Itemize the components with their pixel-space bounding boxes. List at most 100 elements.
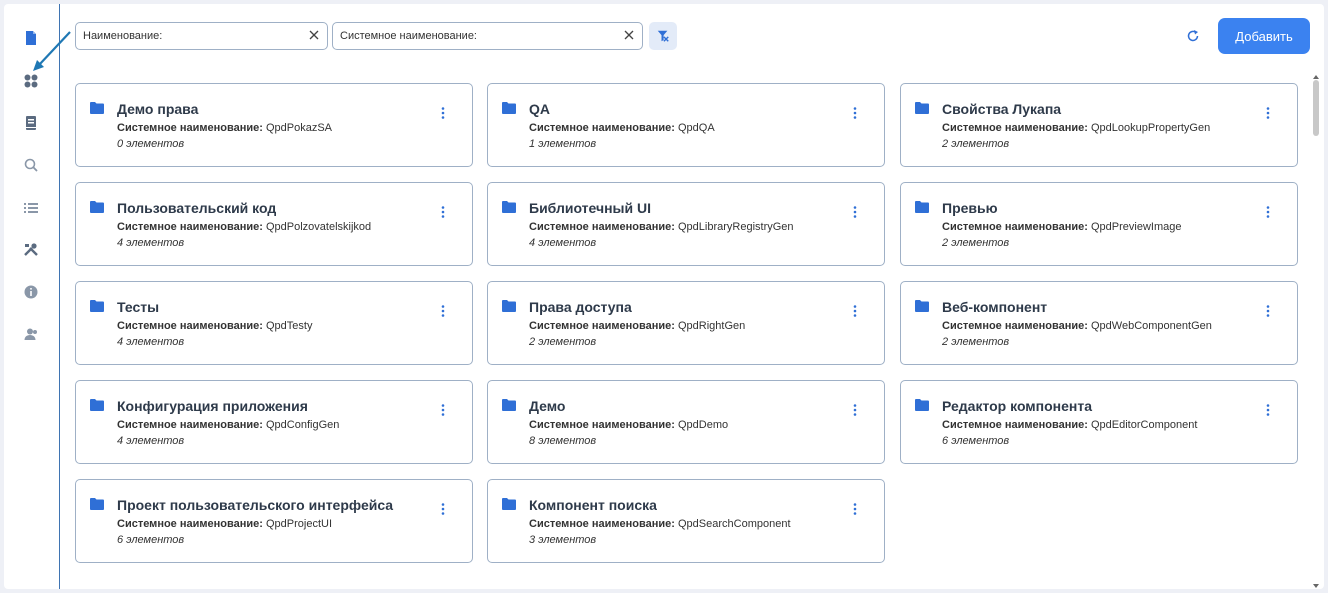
folder-system-name: Системное наименование: QpdPokazSA — [117, 122, 332, 134]
folder-icon — [90, 102, 104, 114]
folder-icon — [90, 300, 104, 312]
folder-title: Демо права — [117, 101, 199, 117]
more-vertical-icon[interactable] — [440, 106, 446, 120]
search-icon[interactable] — [23, 157, 39, 173]
folder-card[interactable]: Проект пользовательского интерфейса Систе… — [75, 479, 473, 563]
folder-title: Редактор компонента — [942, 398, 1093, 414]
folder-title: Веб-компонент — [942, 299, 1048, 315]
folder-system-name: Системное наименование: QpdSearchCompone… — [529, 518, 791, 530]
refresh-icon[interactable] — [1185, 28, 1201, 44]
folder-card[interactable]: Конфигурация приложения Системное наимено… — [75, 380, 473, 464]
folder-icon — [915, 399, 929, 411]
name-filter-label: Наименование: — [83, 30, 163, 42]
folder-system-name: Системное наименование: QpdEditorCompone… — [942, 419, 1197, 431]
system-name-label: Системное наименование: — [942, 122, 1088, 134]
folder-title: Тесты — [117, 299, 160, 315]
folder-icon — [502, 300, 516, 312]
system-name-value: QpdLibraryRegistryGen — [677, 221, 794, 233]
folder-system-name: Системное наименование: QpdLookupPropert… — [942, 122, 1210, 134]
clear-filter-button[interactable] — [649, 22, 677, 50]
filter-off-icon — [657, 30, 669, 42]
system-name-value: QpdPokazSA — [265, 122, 333, 134]
folder-title: Свойства Лукапа — [942, 101, 1062, 117]
folder-system-name: Системное наименование: QpdLibraryRegist… — [529, 221, 794, 233]
folder-count: 2 элементов — [942, 336, 1010, 348]
more-vertical-icon[interactable] — [852, 403, 858, 417]
folder-card[interactable]: Демо права Системное наименование: QpdPok… — [75, 83, 473, 167]
more-vertical-icon[interactable] — [1265, 403, 1271, 417]
more-vertical-icon[interactable] — [1265, 205, 1271, 219]
folder-card[interactable]: Пользовательский код Системное наименован… — [75, 182, 473, 266]
info-icon[interactable] — [23, 284, 39, 300]
vertical-scrollbar[interactable] — [1311, 74, 1321, 589]
folder-title: Пользовательский код — [117, 200, 277, 216]
folder-icon — [502, 498, 516, 510]
more-vertical-icon[interactable] — [440, 304, 446, 318]
folder-card[interactable]: Тесты Системное наименование: QpdTesty 4 э… — [75, 281, 473, 365]
tools-icon[interactable] — [23, 242, 39, 258]
folder-icon — [915, 102, 929, 114]
folder-card[interactable]: Библиотечный UI Системное наименование: Q… — [487, 182, 885, 266]
more-vertical-icon[interactable] — [440, 502, 446, 516]
folder-card[interactable]: Компонент поиска Системное наименование: … — [487, 479, 885, 563]
more-vertical-icon[interactable] — [440, 403, 446, 417]
folder-card[interactable]: Превью Системное наименование: QpdPreview… — [900, 182, 1298, 266]
folder-system-name: Системное наименование: QpdProjectUI — [117, 518, 332, 530]
more-vertical-icon[interactable] — [440, 205, 446, 219]
folder-system-name: Системное наименование: QpdQA — [529, 122, 715, 134]
user-icon[interactable] — [23, 326, 39, 342]
system-name-label: Системное наименование: — [117, 518, 263, 530]
folder-system-name: Системное наименование: QpdConfigGen — [117, 419, 339, 431]
folder-icon — [90, 498, 104, 510]
system-name-label: Системное наименование: — [529, 221, 675, 233]
system-name-filter-input[interactable]: Системное наименование: — [332, 22, 643, 50]
add-button[interactable]: Добавить — [1218, 18, 1310, 54]
folder-title: Конфигурация приложения — [117, 398, 308, 414]
more-vertical-icon[interactable] — [852, 304, 858, 318]
folder-system-name: Системное наименование: QpdWebComponentG… — [942, 320, 1212, 332]
grid-icon[interactable] — [23, 73, 39, 89]
book-icon[interactable] — [23, 115, 39, 131]
folder-card[interactable]: QA Системное наименование: QpdQA 1 элемент… — [487, 83, 885, 167]
folder-count: 1 элементов — [529, 138, 597, 150]
more-vertical-icon[interactable] — [1265, 106, 1271, 120]
system-name-filter-label: Системное наименование: — [340, 30, 477, 42]
system-name-value: QpdConfigGen — [265, 419, 340, 431]
folder-count: 6 элементов — [942, 435, 1010, 447]
system-name-label: Системное наименование: — [529, 320, 675, 332]
folder-icon — [915, 300, 929, 312]
more-vertical-icon[interactable] — [1265, 304, 1271, 318]
folder-icon — [915, 201, 929, 213]
more-vertical-icon[interactable] — [852, 205, 858, 219]
scroll-thumb[interactable] — [1313, 80, 1319, 136]
system-name-value: QpdLookupPropertyGen — [1090, 122, 1211, 134]
close-icon[interactable] — [622, 28, 636, 42]
folder-system-name: Системное наименование: QpdPreviewImage — [942, 221, 1181, 233]
close-icon[interactable] — [307, 28, 321, 42]
system-name-value: QpdRightGen — [677, 320, 746, 332]
folder-card[interactable]: Свойства Лукапа Системное наименование: Q… — [900, 83, 1298, 167]
folder-card[interactable]: Демо Системное наименование: QpdDemo 8 эле… — [487, 380, 885, 464]
folder-count: 4 элементов — [117, 435, 185, 447]
folder-card[interactable]: Веб-компонент Системное наименование: Qpd… — [900, 281, 1298, 365]
folder-card[interactable]: Редактор компонента Системное наименовани… — [900, 380, 1298, 464]
sidebar — [4, 4, 60, 589]
folder-count: 2 элементов — [942, 237, 1010, 249]
system-name-value: QpdDemo — [677, 419, 729, 431]
folder-icon — [90, 201, 104, 213]
name-filter-input[interactable]: Наименование: — [75, 22, 328, 50]
scroll-down-icon[interactable] — [1311, 583, 1321, 589]
folder-count: 4 элементов — [117, 237, 185, 249]
more-vertical-icon[interactable] — [852, 502, 858, 516]
system-name-label: Системное наименование: — [529, 518, 675, 530]
system-name-label: Системное наименование: — [117, 320, 263, 332]
folder-system-name: Системное наименование: QpdTesty — [117, 320, 312, 332]
folder-count: 3 элементов — [529, 534, 597, 546]
more-vertical-icon[interactable] — [852, 106, 858, 120]
folder-icon — [90, 399, 104, 411]
list-icon[interactable] — [23, 200, 39, 216]
folder-title: Демо — [529, 398, 566, 414]
folder-card[interactable]: Права доступа Системное наименование: Qpd… — [487, 281, 885, 365]
system-name-value: QpdPolzovatelskijkod — [265, 221, 372, 233]
folder-title: QA — [529, 101, 550, 117]
